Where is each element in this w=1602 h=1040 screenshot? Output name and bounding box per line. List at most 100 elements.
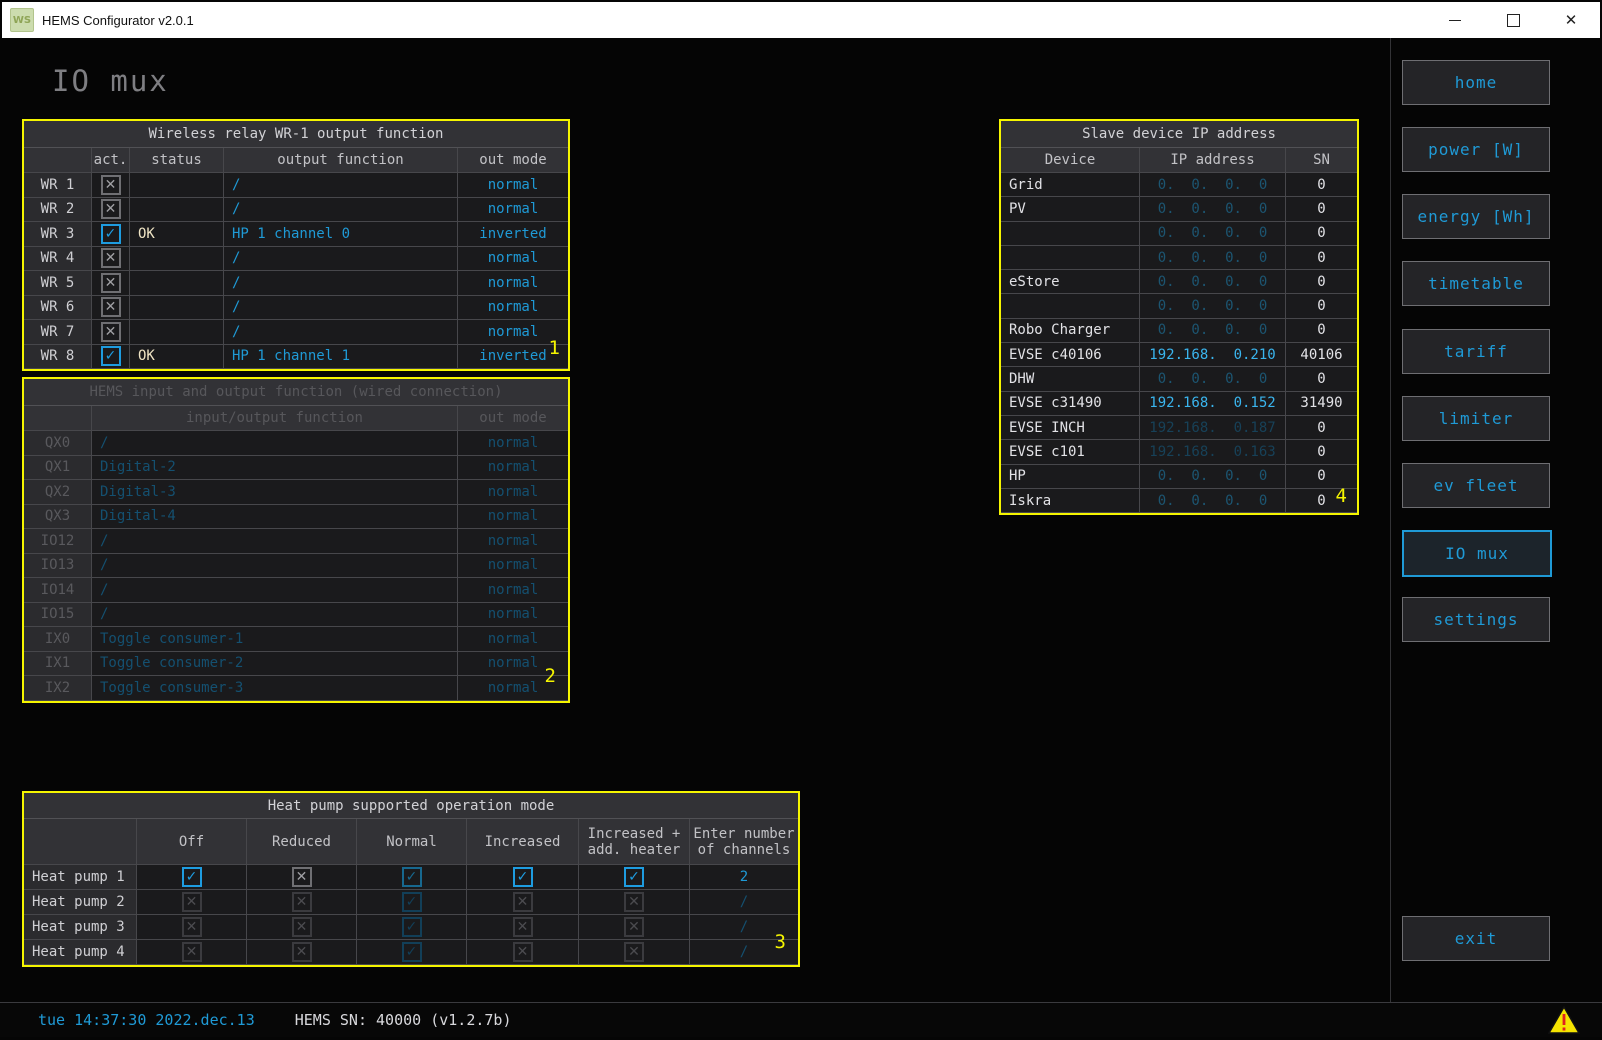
checkbox-on[interactable]: ✓ (101, 346, 121, 366)
mode-checkbox-cell[interactable]: ✓ (467, 865, 579, 889)
sn-cell[interactable]: 40106 (1286, 343, 1357, 366)
out-mode-cell[interactable]: inverted (458, 222, 568, 246)
act-checkbox-cell[interactable]: ✕ (92, 173, 130, 197)
status-datetime: tue 14:37:30 2022.dec.13 (38, 1011, 255, 1029)
mode-checkbox-cell[interactable]: ✕ (247, 865, 357, 889)
output-function-cell[interactable]: / (224, 173, 458, 197)
checkbox-x[interactable]: ✕ (101, 199, 121, 219)
sn-cell[interactable]: 0 (1286, 270, 1357, 293)
ip-address-cell[interactable]: 192.168. 0.152 (1140, 392, 1286, 415)
sn-cell[interactable]: 31490 (1286, 392, 1357, 415)
checkbox-on[interactable]: ✓ (101, 224, 121, 244)
ip-address-cell[interactable]: 192.168. 0.163 (1140, 440, 1286, 463)
checkbox-x-dim: ✕ (182, 917, 202, 937)
ip-address-cell[interactable]: 192.168. 0.210 (1140, 343, 1286, 366)
ip-address-cell[interactable]: 0. 0. 0. 0 (1140, 270, 1286, 293)
sidebar-item-tariff[interactable]: tariff (1402, 329, 1550, 374)
sn-cell[interactable]: 0 (1286, 197, 1357, 220)
sidebar-item-settings[interactable]: settings (1402, 597, 1550, 642)
table-row: Heat pump 4✕✕✓✕✕/ (24, 940, 798, 965)
sn-cell[interactable]: 0 (1286, 173, 1357, 196)
checkbox-on[interactable]: ✓ (513, 867, 533, 887)
out-mode-cell[interactable]: normal (458, 296, 568, 320)
checkbox-x[interactable]: ✕ (101, 297, 121, 317)
sn-cell[interactable]: 0 (1286, 319, 1357, 342)
status-hems-sn: HEMS SN: 40000 (v1.2.7b) (295, 1011, 512, 1029)
device-name-cell: Iskra (1001, 489, 1140, 512)
out-mode-cell[interactable]: normal (458, 247, 568, 271)
sn-cell[interactable]: 0 (1286, 246, 1357, 269)
output-function-cell[interactable]: / (224, 320, 458, 344)
ip-address-cell[interactable]: 0. 0. 0. 0 (1140, 294, 1286, 317)
checkbox-x[interactable]: ✕ (101, 248, 121, 268)
sidebar-item-power-w[interactable]: power [W] (1402, 127, 1550, 172)
checkbox-on[interactable]: ✓ (624, 867, 644, 887)
sn-cell[interactable]: 0 (1286, 440, 1357, 463)
checkbox-x[interactable]: ✕ (101, 273, 121, 293)
table-row: QX1Digital-2normal (24, 456, 568, 481)
ip-address-cell[interactable]: 0. 0. 0. 0 (1140, 367, 1286, 390)
act-checkbox-cell[interactable]: ✕ (92, 271, 130, 295)
table-row: EVSE c101192.168. 0.1630 (1001, 440, 1357, 464)
output-function-cell[interactable]: HP 1 channel 1 (224, 345, 458, 369)
output-function-cell[interactable]: / (224, 271, 458, 295)
ip-address-cell[interactable]: 0. 0. 0. 0 (1140, 173, 1286, 196)
minimize-button[interactable] (1426, 2, 1484, 38)
checkbox-x-dim: ✕ (513, 892, 533, 912)
ip-address-cell[interactable]: 0. 0. 0. 0 (1140, 246, 1286, 269)
ip-address-cell[interactable]: 0. 0. 0. 0 (1140, 319, 1286, 342)
ip-address-cell[interactable]: 0. 0. 0. 0 (1140, 197, 1286, 220)
act-checkbox-cell[interactable]: ✕ (92, 198, 130, 222)
checkbox-x[interactable]: ✕ (292, 867, 312, 887)
mode-checkbox-cell[interactable]: ✓ (357, 865, 467, 889)
mode-checkbox-cell[interactable]: ✓ (579, 865, 690, 889)
sn-cell[interactable]: 0 (1286, 294, 1357, 317)
checkbox-on[interactable]: ✓ (182, 867, 202, 887)
output-function-cell[interactable]: / (224, 247, 458, 271)
exit-button[interactable]: exit (1402, 916, 1550, 961)
status-cell (130, 296, 224, 320)
sidebar-item-ev-fleet[interactable]: ev fleet (1402, 463, 1550, 508)
sn-cell[interactable]: 0 (1286, 367, 1357, 390)
checkbox-x-dim: ✕ (182, 942, 202, 962)
sidebar-item-io-mux[interactable]: IO mux (1402, 530, 1552, 577)
close-button[interactable]: ✕ (1542, 2, 1600, 38)
sn-cell[interactable]: 0 (1286, 222, 1357, 245)
status-cell: OK (130, 222, 224, 246)
ip-address-cell[interactable]: 192.168. 0.187 (1140, 416, 1286, 439)
out-mode-cell[interactable]: normal (458, 271, 568, 295)
row-label: IX2 (24, 676, 92, 700)
checkbox-on-mid[interactable]: ✓ (402, 867, 422, 887)
sidebar-item-home[interactable]: home (1402, 60, 1550, 105)
row-label: WR 4 (24, 247, 92, 271)
mode-checkbox-cell: ✓ (357, 940, 467, 964)
checkbox-x[interactable]: ✕ (101, 322, 121, 342)
checkbox-x-dim: ✕ (624, 892, 644, 912)
checkbox-x[interactable]: ✕ (101, 175, 121, 195)
maximize-button[interactable] (1484, 2, 1542, 38)
act-checkbox-cell[interactable]: ✓ (92, 222, 130, 246)
act-checkbox-cell[interactable]: ✕ (92, 247, 130, 271)
ip-address-cell[interactable]: 0. 0. 0. 0 (1140, 465, 1286, 488)
sidebar-item-limiter[interactable]: limiter (1402, 396, 1550, 441)
device-name-cell: DHW (1001, 367, 1140, 390)
out-mode-cell: normal (458, 431, 568, 455)
sidebar-item-energy-wh[interactable]: energy [Wh] (1402, 194, 1550, 239)
mode-checkbox-cell: ✕ (137, 915, 247, 939)
column-header: input/output function (92, 406, 458, 430)
sn-cell[interactable]: 0 (1286, 416, 1357, 439)
output-function-cell[interactable]: / (224, 198, 458, 222)
act-checkbox-cell[interactable]: ✓ (92, 345, 130, 369)
out-mode-cell[interactable]: normal (458, 198, 568, 222)
output-function-cell[interactable]: / (224, 296, 458, 320)
act-checkbox-cell[interactable]: ✕ (92, 320, 130, 344)
output-function-cell[interactable]: HP 1 channel 0 (224, 222, 458, 246)
sidebar-item-timetable[interactable]: timetable (1402, 261, 1550, 306)
ip-address-cell[interactable]: 0. 0. 0. 0 (1140, 489, 1286, 512)
channels-cell[interactable]: 2 (690, 865, 798, 889)
table-row: QX3Digital-4normal (24, 505, 568, 530)
out-mode-cell[interactable]: normal (458, 173, 568, 197)
ip-address-cell[interactable]: 0. 0. 0. 0 (1140, 222, 1286, 245)
act-checkbox-cell[interactable]: ✕ (92, 296, 130, 320)
mode-checkbox-cell[interactable]: ✓ (137, 865, 247, 889)
